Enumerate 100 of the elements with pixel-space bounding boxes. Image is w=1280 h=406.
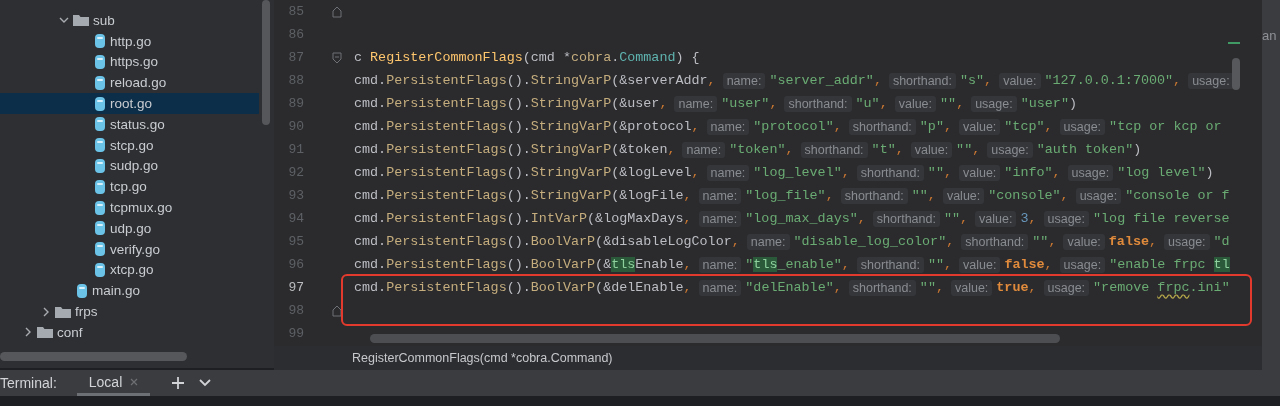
- code-token: cmd.: [354, 234, 387, 249]
- inlay-hint: value:: [959, 256, 1001, 273]
- scrollbar[interactable]: [0, 352, 187, 361]
- code-token: ,: [972, 142, 981, 157]
- code-token: (&serverAddr: [611, 73, 708, 88]
- tree-item[interactable]: http.go: [0, 30, 259, 52]
- code-token: _enable": [777, 257, 842, 272]
- file-icon: [94, 33, 106, 50]
- tree-item[interactable]: status.go: [0, 114, 259, 135]
- code-token: ,: [1060, 188, 1069, 203]
- inlay-hint: value:: [910, 141, 953, 158]
- scrollbar[interactable]: [370, 334, 1060, 343]
- code-token: (&user: [611, 96, 660, 111]
- code-token: (&logMaxDays: [587, 211, 684, 226]
- code-token: ().: [506, 73, 531, 88]
- code-token: "server_addr": [769, 73, 874, 88]
- fold-icon[interactable]: [332, 51, 342, 64]
- inlay-hint: usage:: [1043, 279, 1090, 296]
- code-token: StringVarP: [530, 73, 612, 88]
- code-token: false: [1108, 234, 1149, 249]
- code-token: PersistentFlags: [386, 119, 507, 134]
- code-token: Command: [619, 50, 676, 65]
- code-token: BoolVarP: [530, 234, 596, 249]
- tree-item[interactable]: stcp.go: [0, 134, 259, 156]
- code-token: PersistentFlags: [386, 188, 507, 203]
- code-token: ,: [785, 142, 794, 157]
- code-token: ,: [683, 257, 692, 272]
- code-token: frpc: [1157, 280, 1190, 295]
- code-token: c: [354, 50, 364, 65]
- code-token: "log_file": [745, 188, 826, 203]
- inlay-hint: usage:: [1059, 256, 1106, 273]
- code-token: "": [1032, 234, 1049, 249]
- code-token: "disable_log_color": [793, 234, 947, 249]
- folder-icon: [37, 326, 53, 339]
- breadcrumb[interactable]: RegisterCommonFlags(cmd *cobra.Command): [352, 351, 613, 365]
- code-token: "remove: [1093, 280, 1151, 295]
- scrollbar[interactable]: [262, 0, 270, 125]
- fold-icon[interactable]: [332, 304, 342, 317]
- code-token: cmd.: [354, 188, 387, 203]
- code-token: true: [996, 280, 1029, 295]
- fold-icon[interactable]: [332, 5, 342, 18]
- code-token: ,: [667, 142, 676, 157]
- tree-item[interactable]: verify.go: [0, 238, 259, 260]
- folder-icon: [55, 305, 71, 318]
- code-token: ,: [1149, 234, 1158, 249]
- tree-item[interactable]: main.go: [0, 280, 259, 302]
- code-token: "t": [871, 142, 896, 157]
- code-token: PersistentFlags: [386, 73, 507, 88]
- code-token: "d: [1213, 234, 1230, 249]
- tree-item[interactable]: conf: [0, 321, 259, 343]
- tree-item[interactable]: root.go: [0, 93, 259, 114]
- tree-item[interactable]: udp.go: [0, 217, 259, 239]
- chevron-down-icon[interactable]: [199, 379, 212, 387]
- code-token: cmd.: [354, 280, 387, 295]
- tree-item[interactable]: tcp.go: [0, 176, 259, 198]
- code-token: BoolVarP: [530, 280, 596, 295]
- code-token: ,: [956, 96, 965, 111]
- tree-item[interactable]: frps: [0, 301, 259, 322]
- code-token: ,: [683, 211, 692, 226]
- code-token: Enable: [635, 257, 684, 272]
- code-token: (cmd *: [522, 50, 571, 65]
- code-token: "127.0.0.1:7000": [1044, 73, 1174, 88]
- code-token: (&delEnable: [595, 280, 684, 295]
- inlay-hint: name:: [698, 256, 742, 273]
- tree-item[interactable]: tcpmux.go: [0, 197, 259, 218]
- inlay-hint: usage:: [1043, 210, 1090, 227]
- code-token: ,: [943, 165, 952, 180]
- code-token: ,: [935, 280, 944, 295]
- inlay-hint: usage:: [971, 95, 1017, 112]
- code-token: 3: [1020, 211, 1029, 226]
- code-token: "": [927, 257, 944, 272]
- code-token: "console or f: [1125, 188, 1230, 203]
- tree-item[interactable]: sub: [0, 10, 259, 31]
- inlay-hint: name:: [682, 141, 726, 158]
- scrollbar[interactable]: [1232, 58, 1240, 90]
- code-token: PersistentFlags: [386, 165, 507, 180]
- code-token: ,: [825, 188, 834, 203]
- tree-item[interactable]: reload.go: [0, 72, 259, 94]
- code-token: PersistentFlags: [386, 234, 507, 249]
- code-token: ,: [683, 280, 692, 295]
- code-token: (&logLevel: [611, 165, 692, 180]
- code-token: "log_level": [753, 165, 842, 180]
- inlay-hint: value:: [950, 279, 993, 296]
- file-icon: [94, 137, 106, 154]
- code-token: ,: [707, 73, 716, 88]
- code-token: StringVarP: [530, 142, 612, 157]
- search-match: tl: [1213, 257, 1230, 272]
- file-icon: [94, 220, 106, 237]
- tree-item[interactable]: xtcp.go: [0, 259, 259, 281]
- tree-item[interactable]: sudp.go: [0, 155, 259, 177]
- code-token: ,: [943, 257, 952, 272]
- code-token: ().: [506, 165, 531, 180]
- code-token: cmd.: [354, 165, 387, 180]
- plus-icon[interactable]: [172, 377, 185, 389]
- tree-item[interactable]: https.go: [0, 51, 259, 73]
- inlay-hint: value:: [958, 118, 1001, 135]
- code-token: ,: [683, 188, 692, 203]
- inlay-hint: name:: [698, 187, 742, 204]
- file-icon: [94, 261, 106, 278]
- code-token: (&token: [611, 142, 668, 157]
